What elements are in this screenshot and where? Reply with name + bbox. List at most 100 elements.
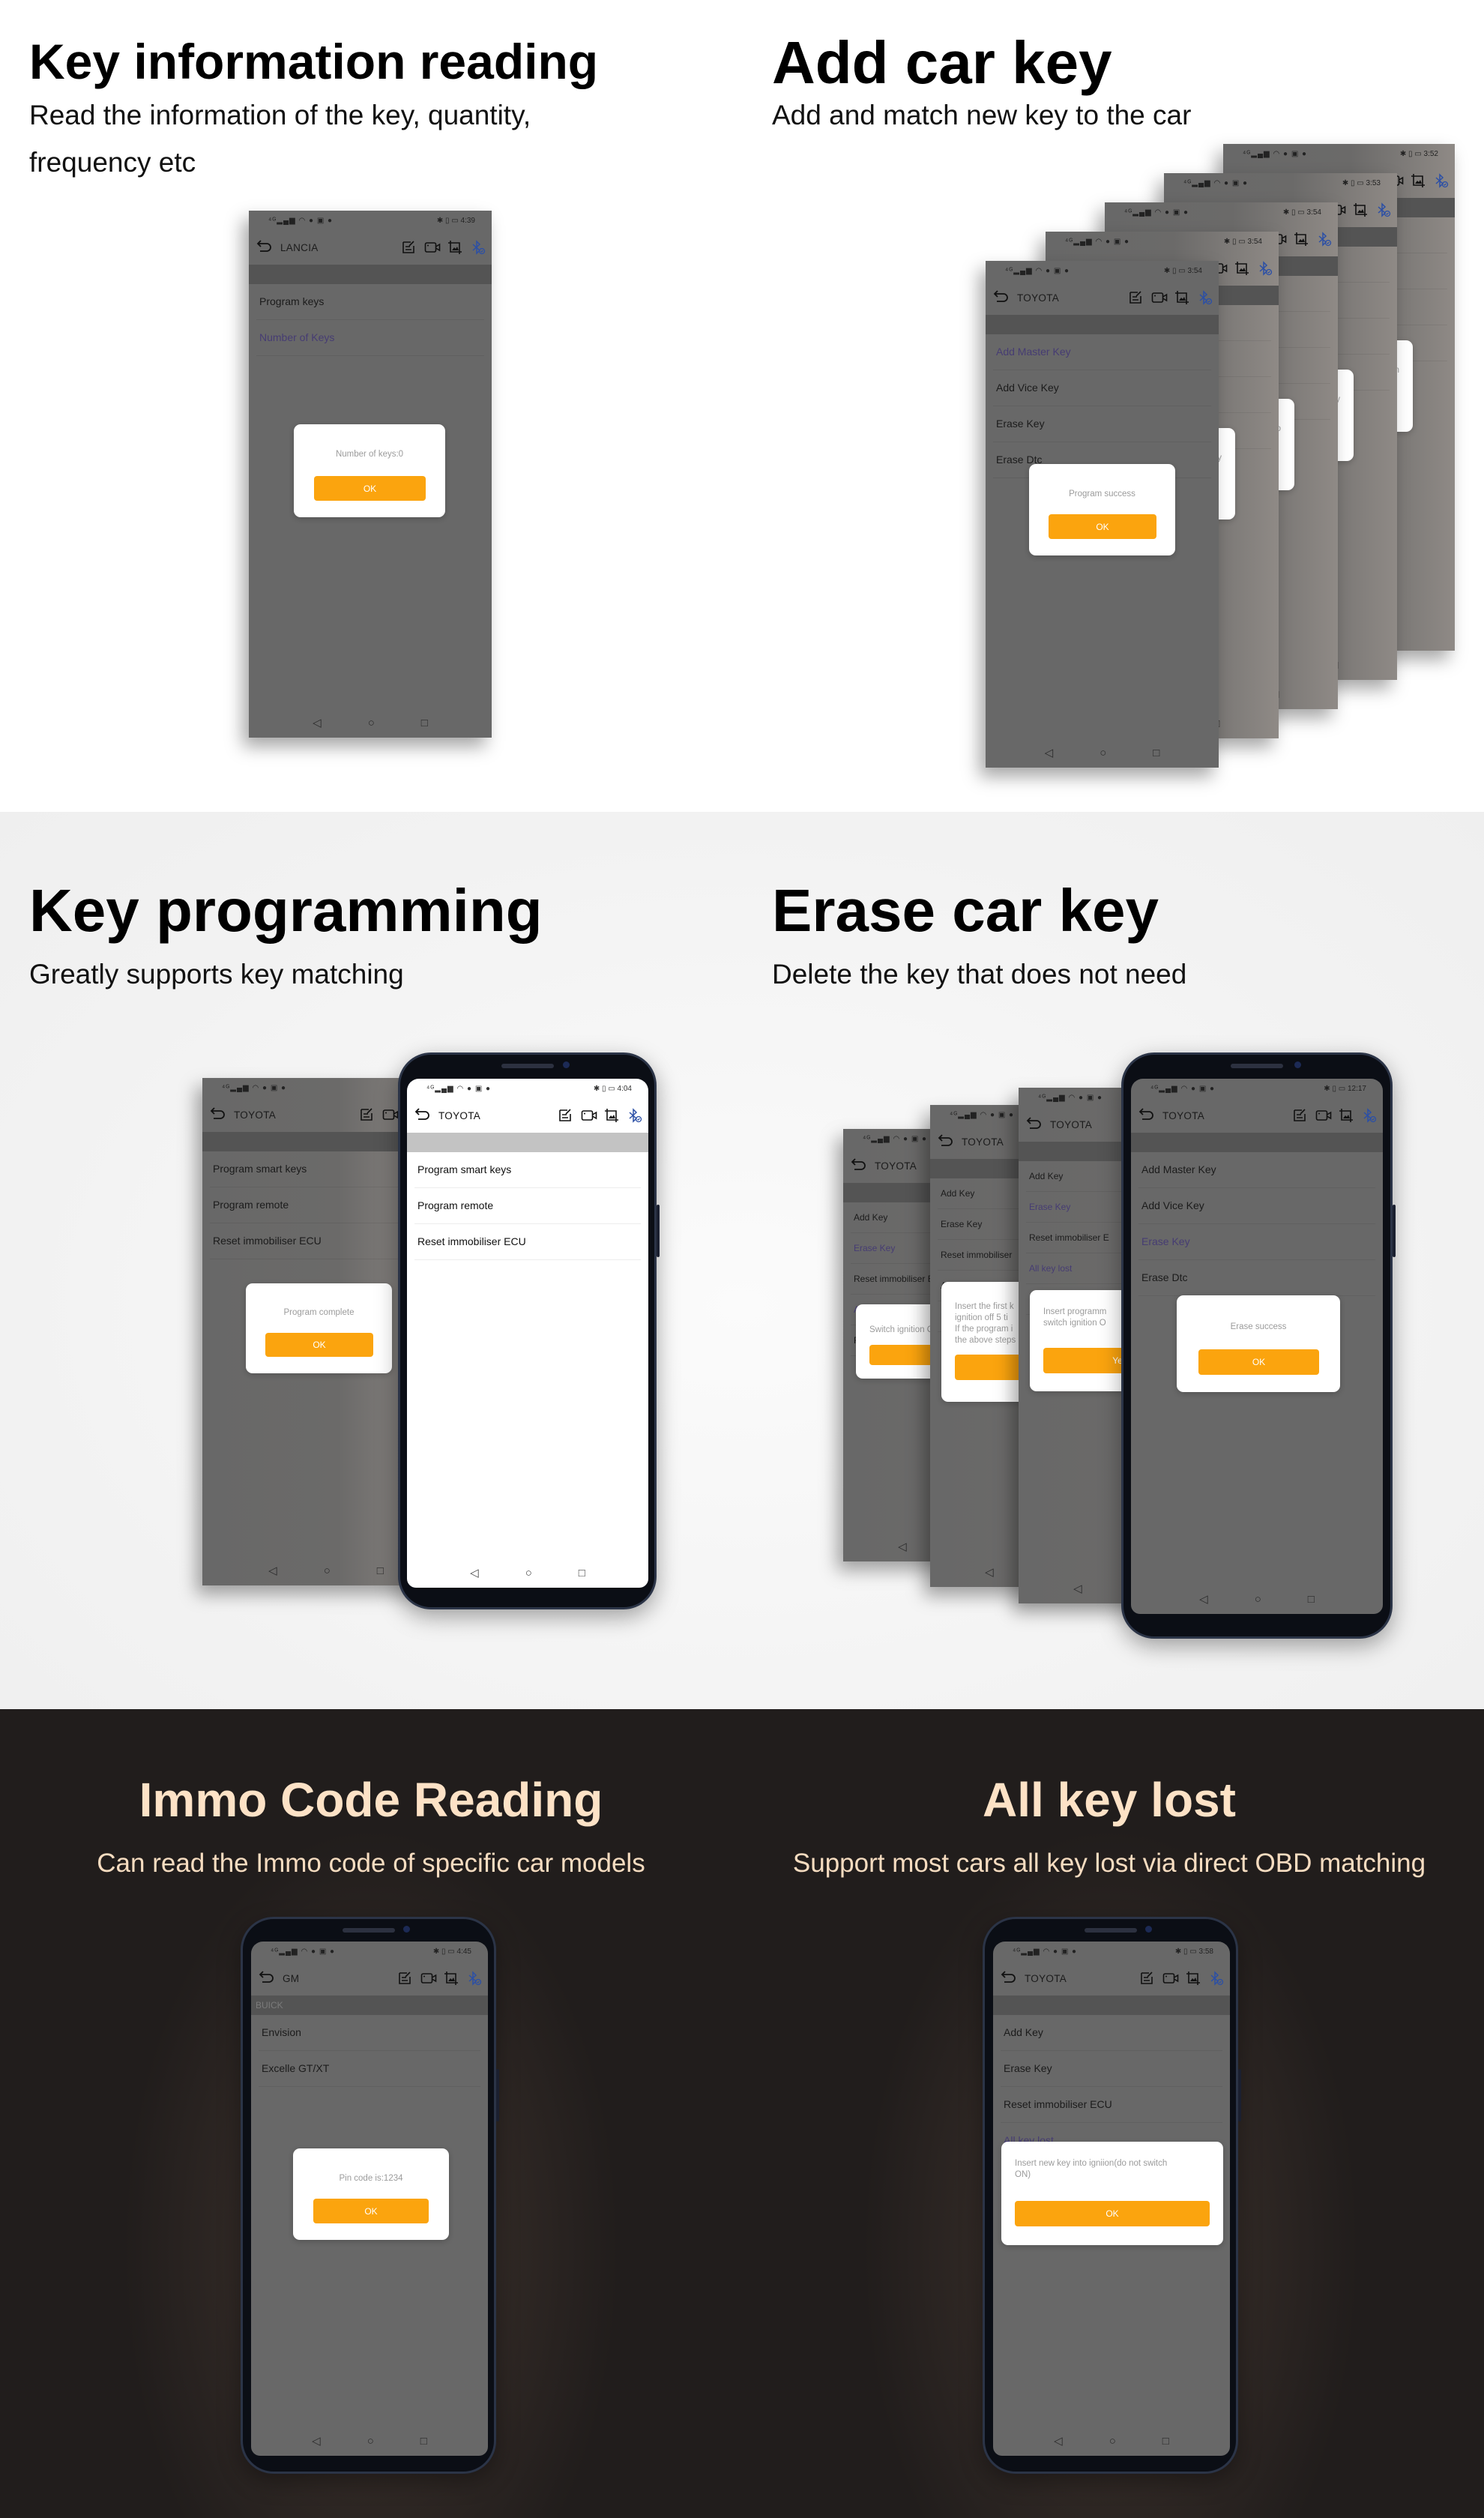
video-camera-icon[interactable]	[382, 1107, 399, 1122]
video-camera-icon[interactable]	[1151, 290, 1168, 305]
nav-home-icon[interactable]: ○	[367, 2435, 374, 2448]
menu-item[interactable]: Add Master Key	[993, 334, 1211, 370]
video-camera-icon[interactable]	[424, 240, 441, 255]
nav-back-icon[interactable]: ◁	[313, 716, 322, 729]
back-arrow-icon[interactable]	[414, 1106, 431, 1125]
back-arrow-icon[interactable]	[1001, 1969, 1017, 1988]
back-arrow-icon[interactable]	[256, 238, 273, 257]
nav-back-icon[interactable]: ◁	[470, 1566, 479, 1579]
notes-icon[interactable]	[1292, 1108, 1307, 1123]
nav-recent-apps-icon[interactable]: □	[377, 1564, 384, 1577]
crop-image-icon[interactable]	[1174, 290, 1189, 305]
dialog-ok-button[interactable]: OK	[1015, 2201, 1210, 2226]
nav-home-icon[interactable]: ○	[525, 1567, 532, 1579]
bluetooth-icon[interactable]	[1198, 290, 1213, 305]
bluetooth-icon[interactable]	[1258, 261, 1273, 276]
notes-icon[interactable]	[1139, 1971, 1154, 1986]
nav-home-icon[interactable]: ○	[1100, 747, 1106, 759]
menu-item[interactable]: Reset immobiliser ECU	[1001, 2087, 1222, 2123]
nav-home-icon[interactable]: ○	[324, 1564, 331, 1577]
bluetooth-icon[interactable]	[1362, 1108, 1377, 1123]
menu-item[interactable]: Add Key	[1001, 2015, 1222, 2051]
crop-image-icon[interactable]	[447, 240, 462, 255]
menu-item[interactable]: Add Vice Key	[993, 370, 1211, 406]
crop-image-icon[interactable]	[1234, 261, 1249, 276]
menu-item[interactable]: Erase Key	[1001, 2051, 1222, 2087]
nav-back-icon[interactable]: ◁	[898, 1540, 907, 1553]
bluetooth-icon[interactable]	[471, 240, 486, 255]
speaker-grille	[1084, 1928, 1137, 1933]
menu-item[interactable]: Excelle GT/XT	[259, 2051, 480, 2087]
bluetooth-icon[interactable]	[1376, 202, 1391, 217]
nav-recent-apps-icon[interactable]: □	[420, 2435, 427, 2448]
nav-back-icon[interactable]: ◁	[1199, 1592, 1208, 1606]
crop-image-icon[interactable]	[1411, 173, 1426, 188]
menu-item[interactable]: Program remote	[414, 1188, 641, 1224]
video-camera-icon[interactable]	[1162, 1971, 1179, 1986]
nav-recent-apps-icon[interactable]: □	[1308, 1593, 1315, 1606]
menu-item[interactable]: Envision	[259, 2015, 480, 2051]
dialog: Number of keys:0 OK	[294, 424, 445, 517]
bluetooth-icon[interactable]	[467, 1971, 482, 1986]
menu-item[interactable]: Program smart keys	[414, 1152, 641, 1188]
crop-image-icon[interactable]	[1353, 202, 1368, 217]
menu-item[interactable]: Number of Keys	[256, 320, 484, 356]
back-arrow-icon[interactable]	[210, 1106, 226, 1124]
back-arrow-icon[interactable]	[1026, 1115, 1043, 1134]
menu-item[interactable]: Reset immobiliser ECU	[414, 1224, 641, 1260]
dialog-ok-button[interactable]: OK	[265, 1333, 373, 1357]
nav-home-icon[interactable]: ○	[368, 717, 375, 729]
side-button[interactable]	[496, 2069, 499, 2121]
back-arrow-icon[interactable]	[1138, 1106, 1155, 1125]
crop-image-icon[interactable]	[1339, 1108, 1354, 1123]
notes-icon[interactable]	[1128, 290, 1143, 305]
dialog-ok-button[interactable]: OK	[313, 2199, 429, 2223]
nav-back-icon[interactable]: ◁	[312, 2434, 321, 2448]
crop-image-icon[interactable]	[1186, 1971, 1201, 1986]
crop-image-icon[interactable]	[604, 1108, 619, 1123]
menu-item[interactable]: Add Master Key	[1138, 1152, 1375, 1188]
nav-back-icon[interactable]: ◁	[268, 1564, 277, 1577]
section-subtitle: Delete the key that does not need	[772, 959, 1187, 990]
menu-item[interactable]: Program keys	[256, 284, 484, 320]
dialog-ok-button[interactable]: OK	[314, 476, 426, 501]
dialog-ok-button[interactable]: OK	[1198, 1349, 1319, 1375]
nav-home-icon[interactable]: ○	[1109, 2435, 1116, 2448]
nav-back-icon[interactable]: ◁	[1045, 746, 1054, 759]
back-arrow-icon[interactable]	[938, 1133, 954, 1151]
video-camera-icon[interactable]	[420, 1971, 437, 1986]
nav-back-icon[interactable]: ◁	[1073, 1582, 1082, 1595]
nav-back-icon[interactable]: ◁	[1054, 2434, 1063, 2448]
notes-icon[interactable]	[401, 240, 416, 255]
dialog-message: Erase success	[1230, 1322, 1287, 1331]
nav-back-icon[interactable]: ◁	[985, 1565, 994, 1579]
nav-recent-apps-icon[interactable]: □	[421, 717, 428, 729]
side-button[interactable]	[657, 1205, 660, 1257]
side-button[interactable]	[1393, 1205, 1396, 1257]
nav-recent-apps-icon[interactable]: □	[1153, 747, 1159, 759]
nav-home-icon[interactable]: ○	[1255, 1593, 1261, 1606]
nav-recent-apps-icon[interactable]: □	[579, 1567, 585, 1579]
notes-icon[interactable]	[558, 1108, 573, 1123]
video-camera-icon[interactable]	[581, 1108, 597, 1123]
side-button[interactable]	[1238, 2069, 1241, 2121]
nav-recent-apps-icon[interactable]: □	[1162, 2435, 1169, 2448]
back-arrow-icon[interactable]	[259, 1969, 275, 1988]
menu-item[interactable]: Add Vice Key	[1138, 1188, 1375, 1224]
status-time: 12:17	[1347, 1084, 1366, 1093]
menu-item[interactable]: Erase Dtc	[1138, 1260, 1375, 1296]
bluetooth-icon[interactable]	[1317, 232, 1332, 247]
bluetooth-icon[interactable]	[1434, 173, 1449, 188]
crop-image-icon[interactable]	[1294, 232, 1309, 247]
dialog-ok-button[interactable]: OK	[1049, 514, 1156, 539]
notes-icon[interactable]	[359, 1107, 374, 1122]
menu-item[interactable]: Erase Key	[1138, 1224, 1375, 1260]
bluetooth-icon[interactable]	[627, 1108, 642, 1123]
notes-icon[interactable]	[397, 1971, 412, 1986]
menu-item[interactable]: Erase Key	[993, 406, 1211, 442]
back-arrow-icon[interactable]	[993, 289, 1010, 307]
crop-image-icon[interactable]	[444, 1971, 459, 1986]
back-arrow-icon[interactable]	[851, 1157, 867, 1175]
video-camera-icon[interactable]	[1315, 1108, 1332, 1123]
bluetooth-icon[interactable]	[1209, 1971, 1224, 1986]
